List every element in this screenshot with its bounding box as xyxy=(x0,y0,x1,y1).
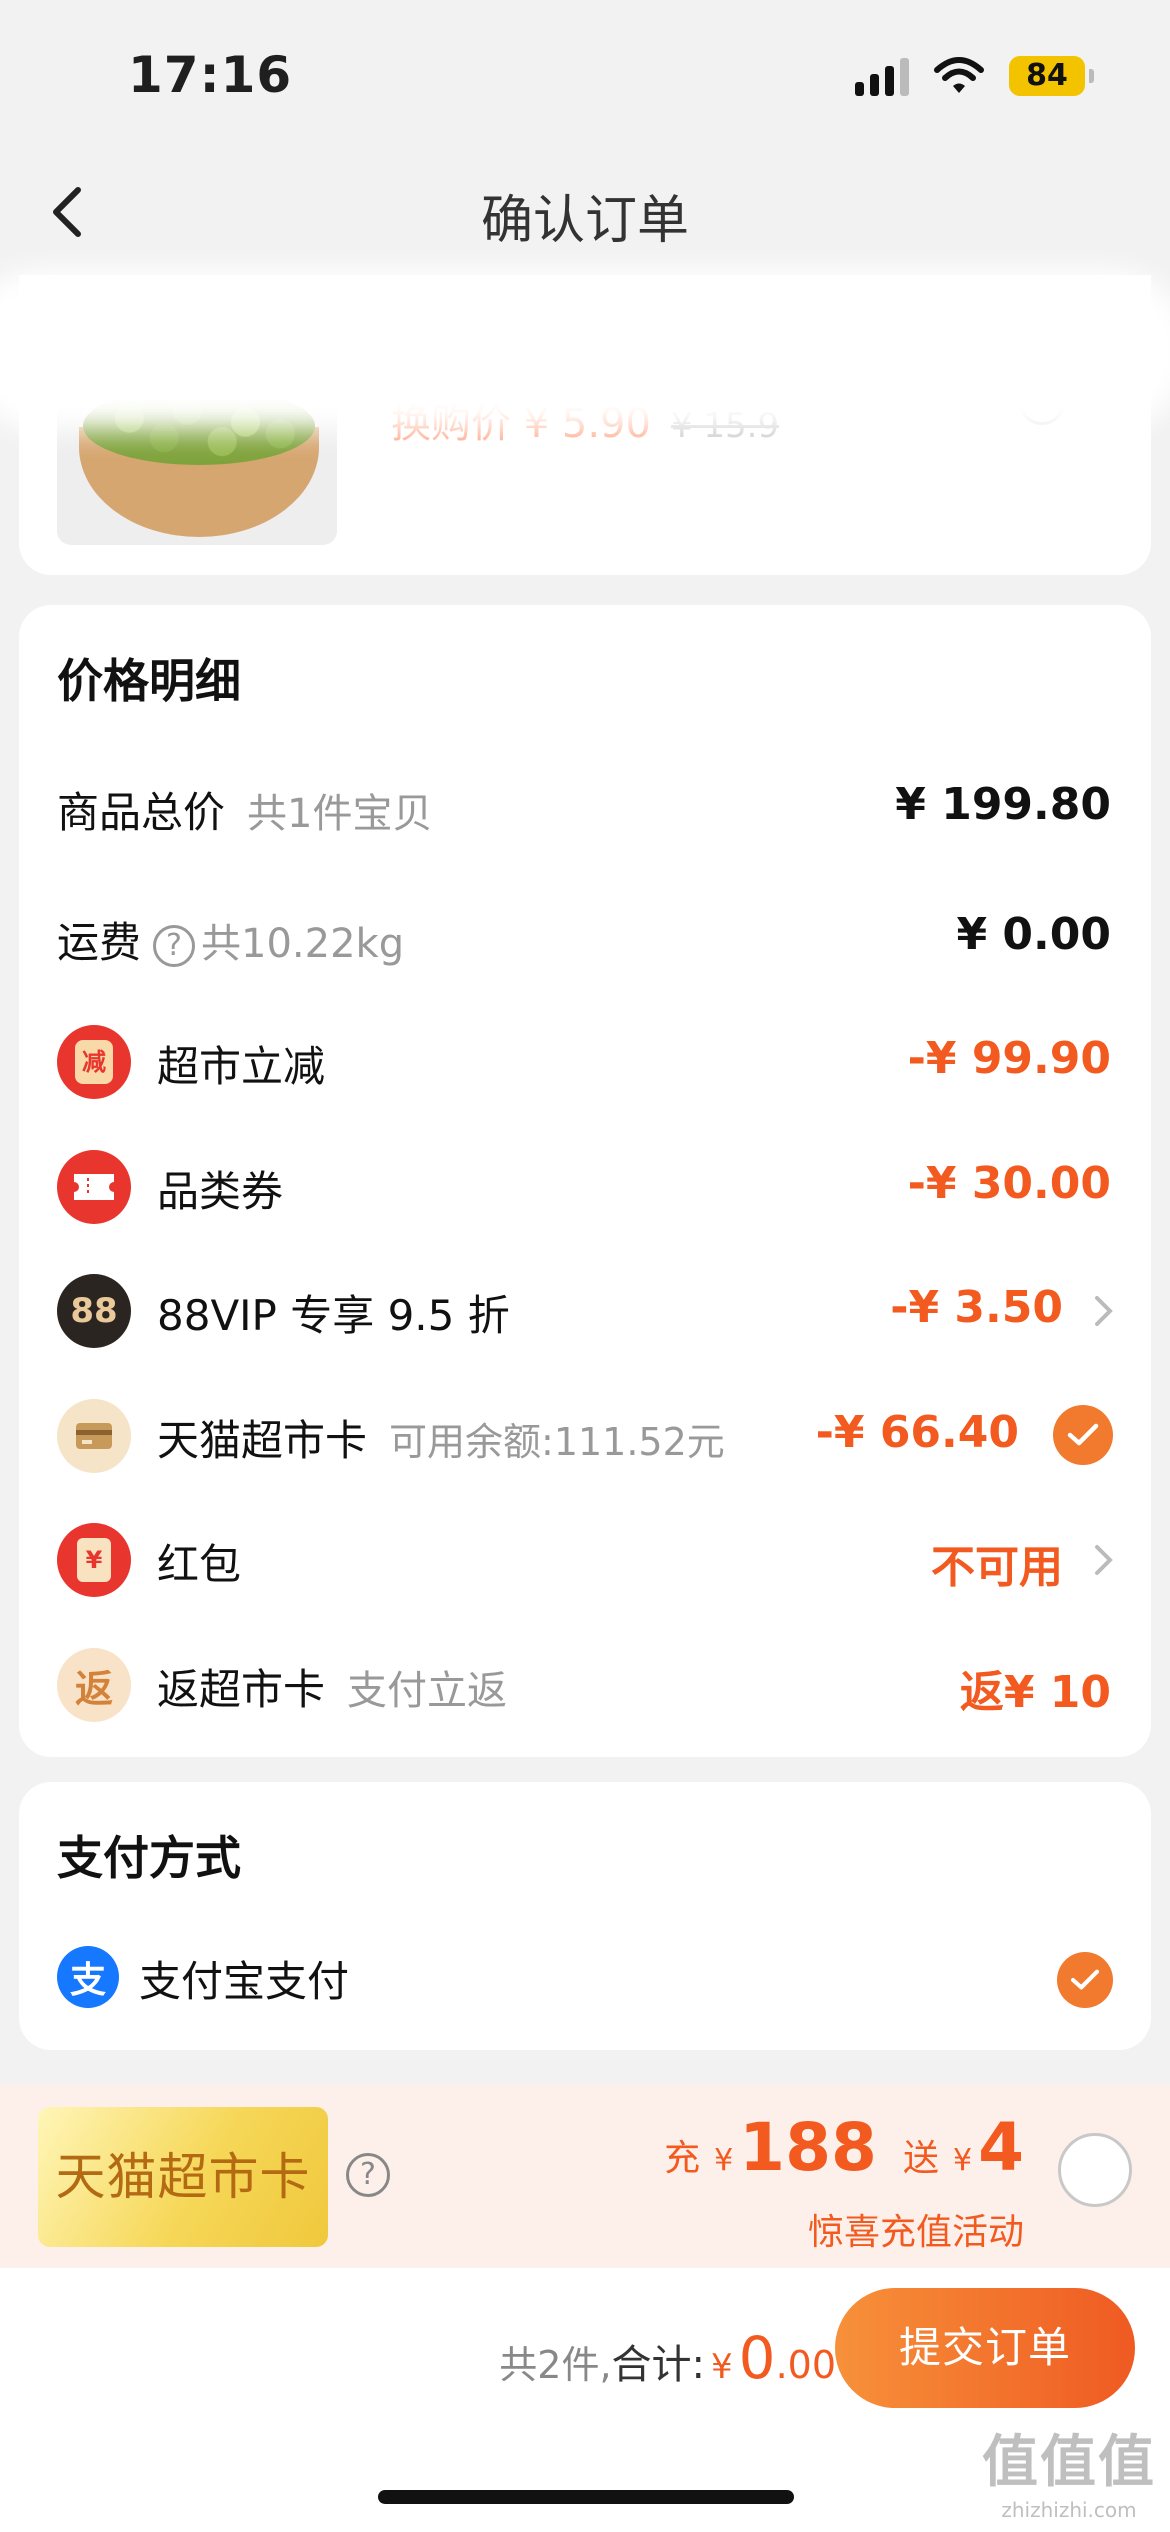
goods-total-label: 商品总价 xyxy=(57,788,226,837)
vip-discount-label: 88VIP 专享 9.5 折 xyxy=(157,1291,510,1340)
tmall-card-promo-image: 天猫超市卡 xyxy=(38,2107,328,2247)
shipping-amount: ¥ 0.00 xyxy=(956,909,1112,960)
coupon-ticket-icon xyxy=(57,1150,131,1224)
order-total: 共2件, 合计: ¥ 0 .00 xyxy=(499,2324,836,2392)
promo-subtitle: 惊喜充值活动 xyxy=(807,2212,1024,2253)
goods-total-row: 商品总价 共1件宝贝 ¥ 199.80 xyxy=(19,757,1151,857)
bottom-bar: 共2件, 合计: ¥ 0 .00 提交订单 值值值 zhizhizhi.com xyxy=(0,2268,1170,2532)
cellular-signal-icon xyxy=(855,56,909,96)
battery-icon: 84 xyxy=(1009,56,1094,96)
home-indicator xyxy=(378,2490,794,2504)
supermarket-discount-row: 减 超市立减 -¥ 99.90 xyxy=(19,1011,1151,1111)
red-packet-row[interactable]: ¥ 红包 不可用 xyxy=(19,1509,1151,1609)
wifi-icon xyxy=(934,57,984,93)
cashback-sub: 支付立返 xyxy=(347,1668,508,1714)
supermarket-discount-label: 超市立减 xyxy=(157,1042,326,1091)
tmall-card-row[interactable]: 天猫超市卡 可用余额:111.52元 -¥ 66.40 xyxy=(19,1385,1151,1485)
alipay-icon: 支 xyxy=(57,1946,119,2008)
watermark: 值值值 zhizhizhi.com xyxy=(982,2430,1156,2522)
payment-title: 支付方式 xyxy=(57,1831,241,1885)
cashback-icon: 返 xyxy=(57,1648,131,1722)
recharge-select-radio[interactable] xyxy=(1058,2133,1132,2207)
shipping-row: 运费? 共10.22kg ¥ 0.00 xyxy=(19,887,1151,987)
status-icons: 84 xyxy=(855,54,1094,98)
tmall-card-amount: -¥ 66.40 xyxy=(815,1407,1019,1458)
payment-method-card: 支付方式 支 支付宝支付 xyxy=(19,1782,1151,2050)
price-detail-card: 价格明细 商品总价 共1件宝贝 ¥ 199.80 运费? 共10.22kg ¥ 0.… xyxy=(19,605,1151,1757)
recharge-offer: 充 ¥ 188 送 ¥ 4 xyxy=(664,2109,1024,2186)
tmall-card-balance: 可用余额:111.52元 xyxy=(389,1420,725,1464)
tmall-card-label: 天猫超市卡 xyxy=(157,1416,368,1465)
recharge-promo-banner: 天猫超市卡 ? 充 ¥ 188 送 ¥ 4 惊喜充值活动 xyxy=(0,2085,1170,2268)
recharge-amount: 188 xyxy=(739,2109,877,2186)
cashback-label: 返超市卡 xyxy=(157,1665,326,1714)
discount-badge-icon: 减 xyxy=(57,1025,131,1099)
alipay-row[interactable]: 支 支付宝支付 xyxy=(19,1928,1151,2028)
cashback-amount: 返¥ 10 xyxy=(959,1667,1111,1718)
gift-amount: 4 xyxy=(978,2109,1024,2186)
item-count: 共2件, xyxy=(499,2343,612,2387)
cashback-row: 返 返超市卡 支付立返 返¥ 10 xyxy=(19,1634,1151,1734)
battery-level: 84 xyxy=(1009,56,1085,96)
chevron-right-icon xyxy=(1095,1296,1113,1326)
red-packet-label: 红包 xyxy=(157,1540,242,1589)
supermarket-discount-amount: -¥ 99.90 xyxy=(907,1033,1111,1084)
help-icon[interactable]: ? xyxy=(153,924,196,967)
category-coupon-label: 品类券 xyxy=(157,1167,284,1216)
card-icon xyxy=(57,1399,131,1473)
vip-discount-row[interactable]: 88 88VIP 专享 9.5 折 -¥ 3.50 xyxy=(19,1260,1151,1360)
nav-bar: 确认订单 xyxy=(0,150,1170,275)
red-packet-icon: ¥ xyxy=(57,1523,131,1597)
category-coupon-amount: -¥ 30.00 xyxy=(907,1158,1111,1209)
alipay-checkbox[interactable] xyxy=(1057,1952,1113,2008)
category-coupon-row: 品类券 -¥ 30.00 xyxy=(19,1136,1151,1236)
total-amount: 0 xyxy=(738,2324,776,2392)
total-label: 合计: xyxy=(611,2342,706,2388)
vip-discount-amount: -¥ 3.50 xyxy=(890,1282,1063,1333)
status-bar: 17:16 84 xyxy=(0,0,1170,150)
help-icon[interactable]: ? xyxy=(346,2153,390,2197)
tmall-card-checkbox[interactable] xyxy=(1053,1405,1113,1465)
vip-88-icon: 88 xyxy=(57,1274,131,1348)
submit-order-button[interactable]: 提交订单 xyxy=(835,2288,1135,2408)
goods-total-sub: 共1件宝贝 xyxy=(247,791,433,837)
shipping-label: 运费 xyxy=(57,918,142,967)
goods-total-amount: ¥ 199.80 xyxy=(895,779,1111,830)
price-detail-title: 价格明细 xyxy=(57,654,241,708)
redaction-overlay xyxy=(0,270,1170,430)
shipping-weight: 共10.22kg xyxy=(201,921,405,967)
page-title: 确认订单 xyxy=(480,191,689,251)
red-packet-status: 不可用 xyxy=(931,1542,1063,1593)
status-time: 17:16 xyxy=(128,46,293,104)
alipay-label: 支付宝支付 xyxy=(139,1957,350,2006)
chevron-right-icon xyxy=(1095,1545,1113,1575)
